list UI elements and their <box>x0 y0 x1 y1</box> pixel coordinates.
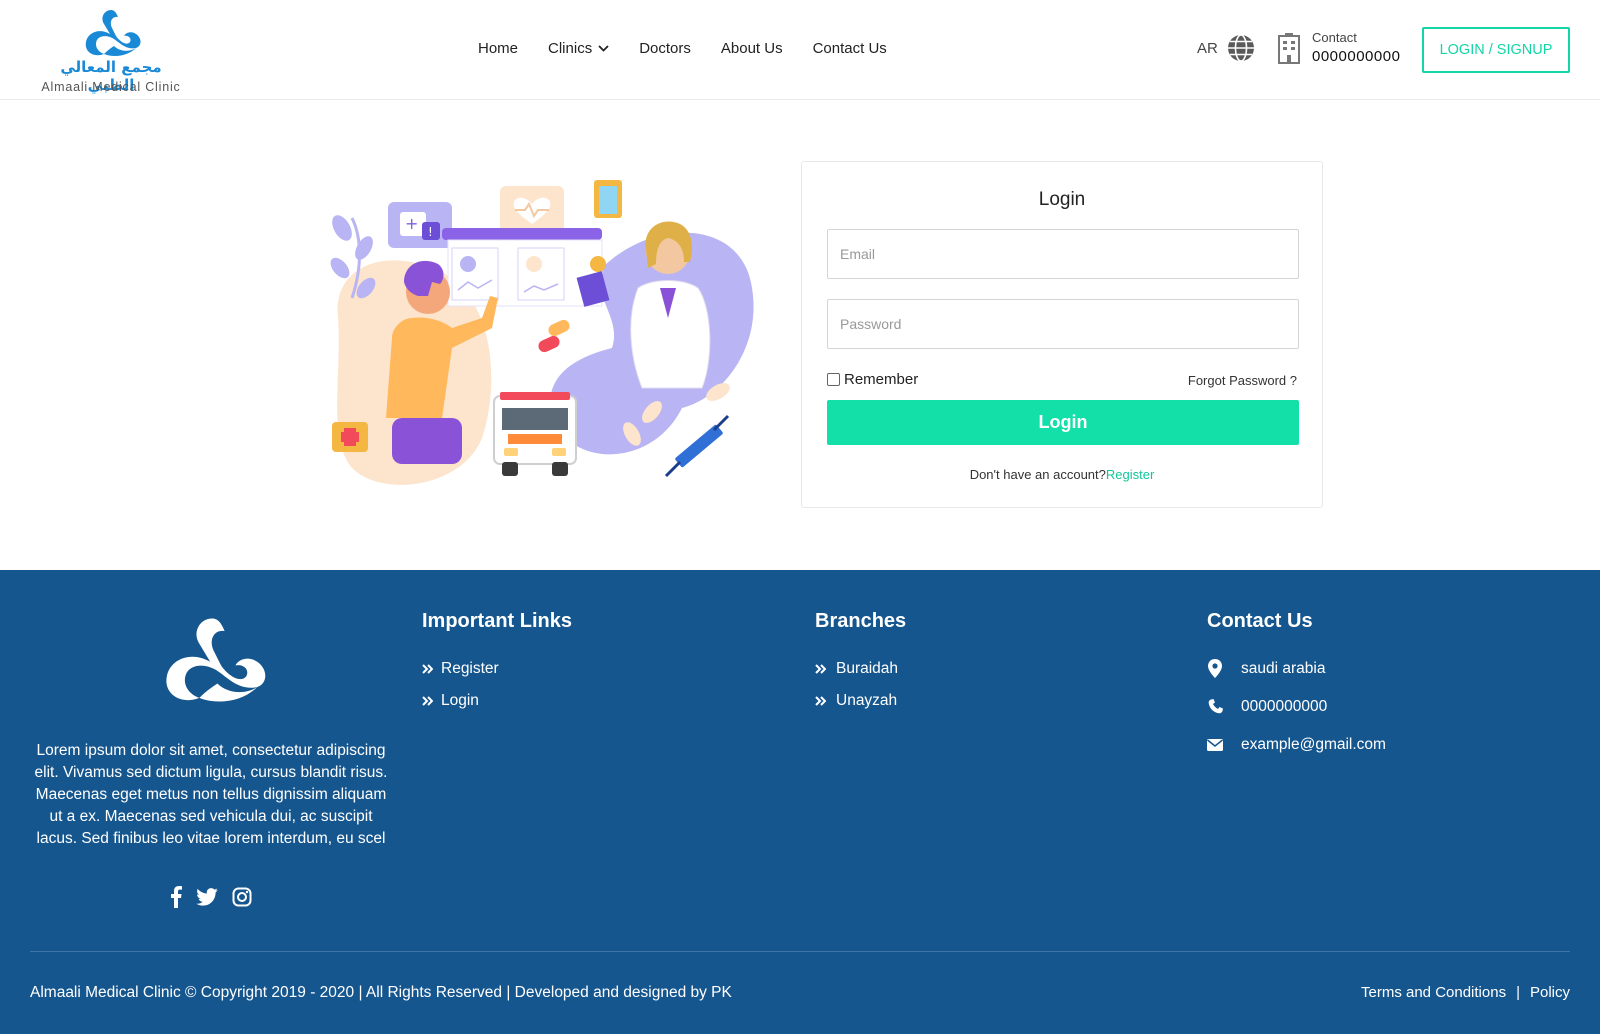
legal-separator: | <box>1516 984 1520 1001</box>
terms-link[interactable]: Terms and Conditions <box>1361 984 1506 1001</box>
svg-text:+: + <box>405 214 418 233</box>
site-logo[interactable]: مجمع المعالي الطبي Almaali Medical Clini… <box>38 8 184 94</box>
footer-link-label: Login <box>441 691 479 709</box>
chevron-down-icon <box>598 45 609 52</box>
contact-phone-row: 0000000000 <box>1207 697 1386 716</box>
contact-title: Contact Us <box>1207 610 1313 632</box>
globe-icon[interactable] <box>1226 33 1256 63</box>
branch-label: Buraidah <box>836 659 899 677</box>
footer-link-register[interactable]: Register <box>422 659 572 678</box>
password-input[interactable]: Password <box>827 299 1299 349</box>
register-link[interactable]: Register <box>1106 467 1154 482</box>
double-chevron-icon <box>815 695 826 706</box>
email-input[interactable]: Email <box>827 229 1299 279</box>
branches-title: Branches <box>815 610 907 632</box>
nav-doctors[interactable]: Doctors <box>639 40 691 57</box>
footer-divider <box>30 951 1570 952</box>
contact-email-text[interactable]: example@gmail.com <box>1241 736 1386 754</box>
phone-icon <box>1208 699 1223 714</box>
double-chevron-icon <box>422 695 433 706</box>
nav-contact-us[interactable]: Contact Us <box>813 40 887 57</box>
nav-clinics-label: Clinics <box>548 40 593 57</box>
language-switch[interactable]: AR <box>1197 40 1218 57</box>
nav-contact-label: Contact Us <box>812 40 887 57</box>
main-nav: Home Clinics Doctors About Us Contact Us <box>478 40 887 57</box>
copyright-text: Almaali Medical Clinic © Copyright 2019 … <box>30 984 732 1001</box>
branches-column: Branches Buraidah Unayzah <box>815 610 906 723</box>
contact-location: saudi arabia <box>1207 659 1386 678</box>
contact-phone-text: 0000000000 <box>1241 697 1328 715</box>
social-links <box>170 886 252 908</box>
login-signup-button[interactable]: LOGIN / SIGNUP <box>1422 27 1570 73</box>
svg-text:!: ! <box>428 225 433 239</box>
remember-me[interactable]: Remember <box>827 371 918 388</box>
double-chevron-icon <box>815 663 826 674</box>
nav-home[interactable]: Home <box>478 40 518 57</box>
branch-link-buraidah[interactable]: Buraidah <box>815 659 906 678</box>
forgot-password-link[interactable]: Forgot Password ? <box>1188 373 1297 388</box>
instagram-icon[interactable] <box>232 887 252 907</box>
header-contact: Contact 0000000000 <box>1312 30 1400 65</box>
logo-mark-icon <box>85 10 141 56</box>
double-chevron-icon <box>422 663 433 674</box>
login-title: Login <box>1038 189 1086 210</box>
remember-label: Remember <box>844 371 919 388</box>
twitter-icon[interactable] <box>196 888 218 906</box>
building-icon <box>1278 33 1300 64</box>
contact-label: Contact <box>1312 30 1357 45</box>
envelope-icon <box>1207 738 1223 751</box>
nav-home-label: Home <box>478 40 519 57</box>
nav-about-label: About Us <box>720 40 783 57</box>
logo-english-text: Almaali Medical Clinic <box>41 80 181 94</box>
important-links-column: Important Links Register Login <box>422 610 572 723</box>
contact-phone: 0000000000 <box>1312 48 1401 65</box>
footer-link-label: Register <box>441 659 499 677</box>
contact-email-row: example@gmail.com <box>1207 735 1386 754</box>
branch-link-unayzah[interactable]: Unayzah <box>815 691 906 710</box>
contact-location-text: saudi arabia <box>1241 659 1326 677</box>
footer-logo-icon <box>166 618 266 702</box>
medical-illustration: + ! <box>330 180 754 485</box>
site-header: مجمع المعالي الطبي Almaali Medical Clini… <box>0 0 1600 100</box>
map-pin-icon <box>1208 659 1222 678</box>
contact-column: Contact Us saudi arabia 0000000000 examp… <box>1207 610 1386 773</box>
register-prompt: Don't have an account?Register <box>802 467 1322 482</box>
legal-links: Terms and Conditions | Policy <box>1361 984 1570 1001</box>
login-card: Login Email Password Remember Forgot Pas… <box>801 161 1323 508</box>
branch-label: Unayzah <box>836 691 898 709</box>
nav-clinics[interactable]: Clinics <box>548 40 609 57</box>
remember-checkbox[interactable] <box>827 373 840 386</box>
footer-link-login[interactable]: Login <box>422 691 572 710</box>
site-footer: Lorem ipsum dolor sit amet, consectetur … <box>0 570 1600 1034</box>
no-account-text: Don't have an account? <box>969 467 1106 482</box>
nav-about-us[interactable]: About Us <box>721 40 783 57</box>
facebook-icon[interactable] <box>170 886 182 908</box>
important-links-title: Important Links <box>422 610 573 632</box>
policy-link[interactable]: Policy <box>1530 984 1570 1001</box>
nav-doctors-label: Doctors <box>639 40 691 57</box>
login-submit-button[interactable]: Login <box>827 400 1299 445</box>
footer-description: Lorem ipsum dolor sit amet, consectetur … <box>34 742 388 847</box>
